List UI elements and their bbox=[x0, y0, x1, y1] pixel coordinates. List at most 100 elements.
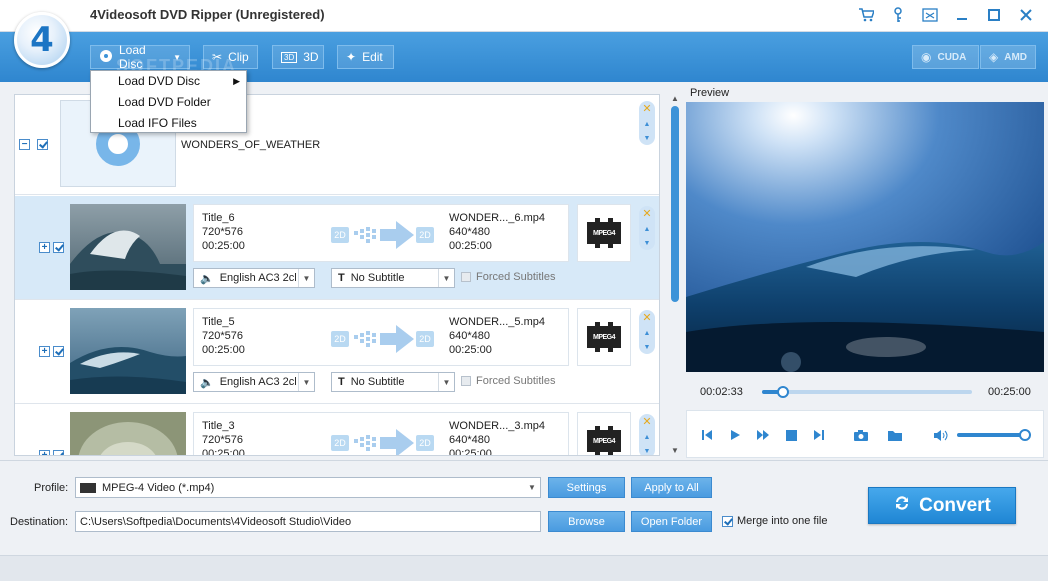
seek-knob[interactable] bbox=[777, 386, 789, 398]
logo-glyph: 4 bbox=[30, 20, 54, 60]
amd-button[interactable]: ◈ AMD bbox=[980, 45, 1036, 69]
cuda-button[interactable]: ◉ CUDA bbox=[912, 45, 979, 69]
output-name[interactable]: WONDER..._3.mp4 bbox=[449, 419, 545, 433]
title-row[interactable]: + Title_5 720*576 00:25:00 2D 2D WONDER.… bbox=[15, 300, 659, 404]
title-thumbnail bbox=[70, 308, 186, 394]
mpeg4-film-icon: MPEG4 bbox=[587, 322, 621, 352]
convert-arrow-icon bbox=[354, 429, 414, 455]
destination-input[interactable]: C:\Users\Softpedia\Documents\4Videosoft … bbox=[75, 511, 541, 532]
title-info-box: Title_5 720*576 00:25:00 2D 2D WONDER...… bbox=[193, 308, 569, 366]
source-2d-badge: 2D bbox=[331, 435, 349, 451]
output-format-button[interactable]: MPEG4 bbox=[577, 308, 631, 366]
move-up-icon[interactable]: ▲ bbox=[644, 121, 651, 128]
close-icon[interactable] bbox=[1014, 5, 1038, 25]
edit-button[interactable]: ✦ Edit bbox=[337, 45, 394, 69]
remove-icon[interactable]: ✕ bbox=[642, 313, 651, 324]
scroll-up-icon[interactable]: ▲ bbox=[670, 94, 680, 104]
maximize-icon[interactable] bbox=[982, 5, 1006, 25]
remove-icon[interactable]: ✕ bbox=[642, 104, 651, 115]
output-format-button[interactable]: MPEG4 bbox=[577, 204, 631, 262]
forced-subtitles-label: Forced Subtitles bbox=[476, 375, 556, 387]
move-up-icon[interactable]: ▲ bbox=[644, 330, 651, 337]
output-2d-badge: 2D bbox=[416, 435, 434, 451]
move-up-icon[interactable]: ▲ bbox=[644, 434, 651, 441]
menu-item-label: Load IFO Files bbox=[118, 116, 197, 130]
title-thumbnail bbox=[70, 412, 186, 455]
remove-icon[interactable]: ✕ bbox=[642, 417, 651, 428]
title-checkbox[interactable] bbox=[53, 450, 64, 455]
forced-subtitles: Forced Subtitles bbox=[461, 271, 555, 283]
scroll-down-icon[interactable]: ▼ bbox=[670, 446, 680, 456]
source-resolution: 720*576 bbox=[202, 226, 243, 238]
seek-bar[interactable] bbox=[762, 386, 972, 398]
fast-forward-icon[interactable] bbox=[753, 425, 773, 445]
destination-label: Destination: bbox=[10, 516, 69, 528]
menu-item-label: Load DVD Disc bbox=[118, 74, 201, 88]
output-name[interactable]: WONDER..._5.mp4 bbox=[449, 315, 545, 329]
title-bar-icons bbox=[854, 5, 1038, 25]
title-row-tools: ✕ ▲ ▼ bbox=[639, 414, 655, 455]
key-icon[interactable] bbox=[886, 5, 910, 25]
folder-icon[interactable] bbox=[885, 425, 905, 445]
menu-item-load-dvd-disc[interactable]: Load DVD Disc ▶ bbox=[91, 71, 246, 92]
move-up-icon[interactable]: ▲ bbox=[644, 226, 651, 233]
title-name: Title_3 bbox=[202, 420, 235, 432]
title-checkbox[interactable] bbox=[53, 346, 64, 357]
move-down-icon[interactable]: ▼ bbox=[644, 344, 651, 351]
speaker-icon: 🔈 bbox=[200, 272, 214, 285]
skip-forward-icon[interactable] bbox=[809, 425, 829, 445]
audio-track-select[interactable]: 🔈 English AC3 2cl ▼ bbox=[193, 372, 315, 392]
title-row[interactable]: + Title_3 720*576 00:25:00 2D 2D WONDER.… bbox=[15, 404, 659, 455]
merge-checkbox[interactable] bbox=[722, 515, 733, 527]
output-format-button[interactable]: MPEG4 bbox=[577, 412, 631, 455]
expand-toggle[interactable]: + bbox=[39, 242, 50, 253]
audio-track-select[interactable]: 🔈 English AC3 2cl ▼ bbox=[193, 268, 315, 288]
title-checkbox[interactable] bbox=[53, 242, 64, 253]
collapse-toggle[interactable]: − bbox=[19, 139, 30, 150]
disc-checkbox[interactable] bbox=[37, 139, 48, 150]
playback-controls bbox=[686, 410, 1044, 458]
apply-to-all-button[interactable]: Apply to All bbox=[631, 477, 712, 498]
output-2d-badge: 2D bbox=[416, 227, 434, 243]
forced-subtitles-checkbox[interactable] bbox=[461, 376, 471, 386]
expand-toggle[interactable]: + bbox=[39, 346, 50, 357]
amd-label: AMD bbox=[1004, 51, 1028, 63]
menu-item-load-ifo-files[interactable]: Load IFO Files bbox=[91, 113, 246, 134]
chevron-down-icon: ▼ bbox=[298, 373, 314, 391]
browse-button[interactable]: Browse bbox=[548, 511, 625, 532]
snapshot-icon[interactable] bbox=[851, 425, 871, 445]
move-down-icon[interactable]: ▼ bbox=[644, 240, 651, 247]
forced-subtitles-checkbox[interactable] bbox=[461, 272, 471, 282]
current-time: 00:02:33 bbox=[700, 386, 743, 398]
file-list: − WONDERS_OF_WEATHER ✕ ▲ ▼ + Title_6 720… bbox=[14, 94, 660, 456]
skip-back-icon[interactable] bbox=[697, 425, 717, 445]
title-row[interactable]: + Title_6 720*576 00:25:00 2D 2D WONDER.… bbox=[15, 196, 659, 300]
subtitle-select[interactable]: T No Subtitle ▼ bbox=[331, 268, 455, 288]
minimize-icon[interactable] bbox=[950, 5, 974, 25]
profile-select[interactable]: MPEG-4 Video (*.mp4) ▼ bbox=[75, 477, 541, 498]
play-icon[interactable] bbox=[725, 425, 745, 445]
disc-icon bbox=[99, 49, 113, 66]
volume-knob[interactable] bbox=[1019, 429, 1031, 441]
3d-button[interactable]: 3D 3D bbox=[272, 45, 324, 69]
feedback-icon[interactable] bbox=[918, 5, 942, 25]
volume-slider[interactable] bbox=[957, 429, 1031, 441]
cart-icon[interactable] bbox=[854, 5, 878, 25]
menu-item-load-dvd-folder[interactable]: Load DVD Folder bbox=[91, 92, 246, 113]
stop-icon[interactable] bbox=[781, 425, 801, 445]
settings-button[interactable]: Settings bbox=[548, 477, 625, 498]
list-scrollbar[interactable]: ▲ ▼ bbox=[668, 94, 682, 456]
output-name[interactable]: WONDER..._6.mp4 bbox=[449, 211, 545, 225]
open-folder-button[interactable]: Open Folder bbox=[631, 511, 712, 532]
volume-icon[interactable] bbox=[931, 425, 951, 445]
move-down-icon[interactable]: ▼ bbox=[644, 135, 651, 142]
move-down-icon[interactable]: ▼ bbox=[644, 448, 651, 455]
expand-toggle[interactable]: + bbox=[39, 450, 50, 455]
convert-button[interactable]: Convert bbox=[868, 487, 1016, 524]
remove-icon[interactable]: ✕ bbox=[642, 209, 651, 220]
cuda-label: CUDA bbox=[937, 51, 967, 63]
subtitle-select[interactable]: T No Subtitle ▼ bbox=[331, 372, 455, 392]
3d-icon: 3D bbox=[281, 51, 298, 63]
chevron-down-icon: ▼ bbox=[528, 483, 536, 492]
scroll-thumb[interactable] bbox=[671, 106, 679, 302]
